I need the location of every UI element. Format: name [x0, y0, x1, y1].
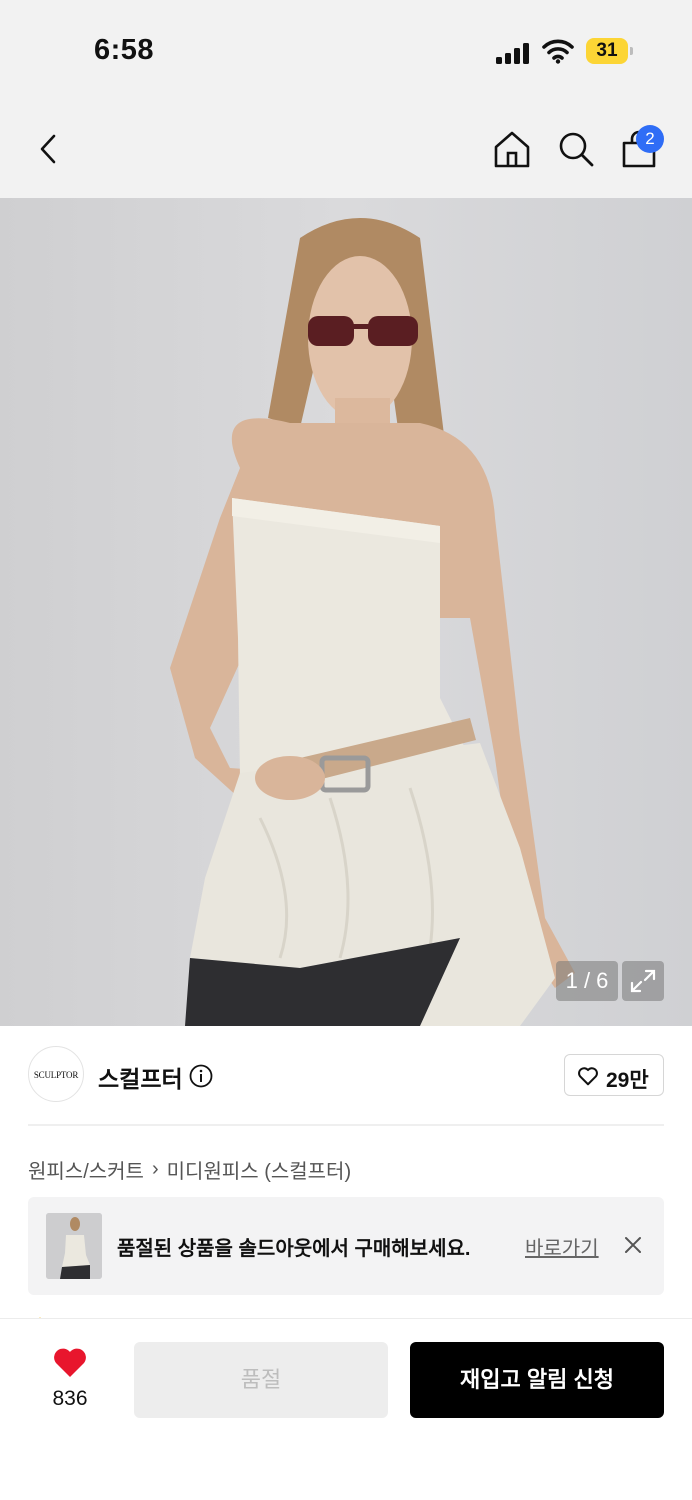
- breadcrumb: 원피스/스커트 › 미디원피스 (스컬프터): [28, 1155, 351, 1184]
- search-icon[interactable]: [555, 128, 597, 170]
- brand-like-button[interactable]: 29만: [564, 1054, 664, 1096]
- status-time: 6:58: [94, 34, 155, 66]
- brand-name[interactable]: 스컬프터: [98, 1060, 183, 1094]
- divider: [28, 1124, 664, 1126]
- status-bar: 6:58 31: [0, 0, 692, 100]
- soldout-banner: 품절된 상품을 솔드아웃에서 구매해보세요. 바로가기: [28, 1197, 664, 1295]
- wish-count: 836: [52, 1387, 88, 1410]
- image-page-counter: 1 / 6: [556, 961, 618, 1001]
- banner-go-link[interactable]: 바로가기: [525, 1232, 599, 1261]
- brand-like-count: 29만: [606, 1069, 649, 1092]
- heart-outline-icon: [578, 1067, 598, 1086]
- model-photo: [0, 198, 692, 1026]
- cellular-signal-icon: [496, 42, 532, 64]
- brand-logo[interactable]: SCULPTOR: [28, 1046, 84, 1102]
- banner-thumbnail: [46, 1213, 102, 1279]
- close-icon[interactable]: [622, 1234, 644, 1256]
- home-icon[interactable]: [491, 128, 533, 170]
- cart-count-badge: 2: [636, 125, 664, 153]
- info-icon[interactable]: [189, 1064, 213, 1088]
- expand-image-button[interactable]: [622, 961, 664, 1001]
- soldout-button[interactable]: 품절: [134, 1342, 388, 1418]
- banner-message: 품절된 상품을 솔드아웃에서 구매해보세요.: [117, 1238, 471, 1260]
- battery-icon: 31: [586, 38, 633, 64]
- breadcrumb-subcategory[interactable]: 미디원피스 (스컬프터): [167, 1155, 351, 1184]
- expand-icon: [630, 969, 656, 993]
- nav-bar: [0, 100, 692, 198]
- wifi-icon: [542, 39, 574, 64]
- battery-level: 31: [596, 40, 618, 61]
- restock-alert-button[interactable]: 재입고 알림 신청: [410, 1342, 664, 1418]
- breadcrumb-category[interactable]: 원피스/스커트: [28, 1155, 144, 1184]
- breadcrumb-separator: ›: [151, 1158, 159, 1180]
- heart-filled-icon[interactable]: [52, 1346, 88, 1378]
- product-page: 6:58 31 2 1 / 6 SCULPTOR 스컬프터 29만 원피스/스커…: [0, 0, 692, 1500]
- product-image[interactable]: [0, 198, 692, 1026]
- chevron-left-icon[interactable]: [28, 128, 70, 170]
